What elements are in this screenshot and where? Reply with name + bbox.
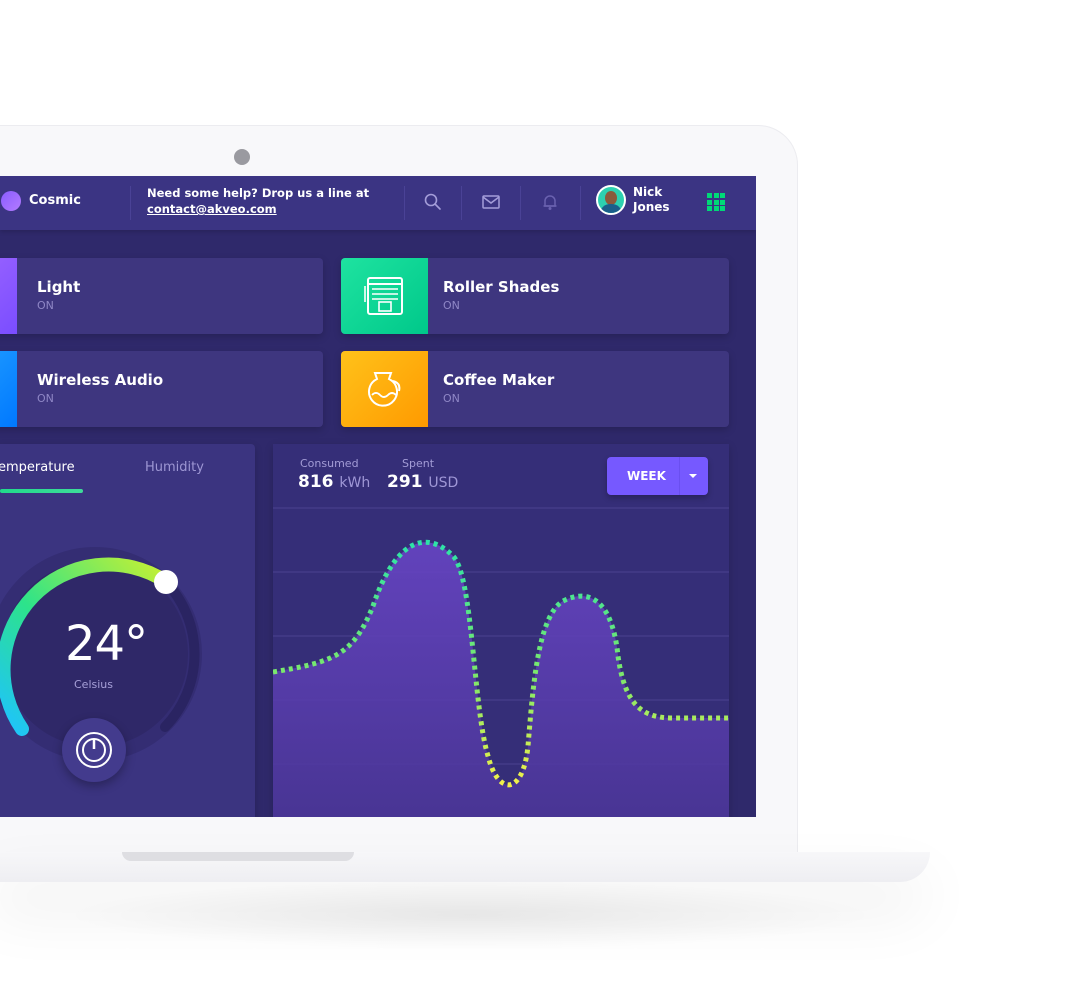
apps-grid-icon[interactable] (707, 193, 725, 211)
audio-icon (0, 351, 17, 427)
laptop-notch (122, 852, 354, 861)
device-status: ON (443, 299, 460, 312)
device-card-coffee-maker[interactable]: Coffee Maker ON (341, 351, 729, 427)
search-icon[interactable] (423, 192, 443, 212)
bell-icon[interactable] (540, 192, 560, 212)
device-status: ON (443, 392, 460, 405)
user-first-name: Nick (633, 185, 663, 199)
consumed-label: Consumed (300, 457, 359, 470)
power-icon (76, 732, 112, 768)
device-status: ON (37, 392, 54, 405)
help-email-link[interactable]: contact@akveo.com (147, 201, 369, 217)
header-divider (404, 186, 405, 220)
header-divider (520, 186, 521, 220)
user-name[interactable]: Nick Jones (633, 185, 670, 215)
spent-number: 291 (387, 472, 423, 492)
brand-name[interactable]: Cosmic (29, 193, 81, 208)
temperature-unit: Celsius (74, 678, 113, 691)
header-divider (461, 186, 462, 220)
device-card-wireless-audio[interactable]: Wireless Audio ON (0, 351, 323, 427)
light-icon (0, 258, 17, 334)
power-button[interactable] (62, 718, 126, 782)
laptop-shadow (60, 880, 880, 950)
consumption-chart (273, 507, 729, 817)
help-line: Need some help? Drop us a line at (147, 186, 370, 200)
spent-unit: USD (428, 475, 459, 491)
header: Cosmic Need some help? Drop us a line at… (0, 176, 756, 230)
help-text: Need some help? Drop us a line at contac… (147, 185, 369, 217)
spent-label: Spent (402, 457, 435, 470)
device-title: Coffee Maker (443, 371, 555, 389)
device-title: Roller Shades (443, 278, 560, 296)
header-divider (130, 186, 131, 220)
roller-shades-icon (341, 258, 428, 334)
consumed-number: 816 (298, 472, 334, 492)
device-card-roller-shades[interactable]: Roller Shades ON (341, 258, 729, 334)
camera-icon (234, 149, 250, 165)
avatar[interactable] (596, 185, 626, 215)
dashboard-screen: Cosmic Need some help? Drop us a line at… (0, 176, 756, 817)
device-card-light[interactable]: Light ON (0, 258, 323, 334)
coffee-maker-icon (341, 351, 428, 427)
consumed-unit: kWh (339, 475, 371, 491)
spent-value: 291 USD (387, 472, 458, 492)
electricity-panel: Consumed 816 kWh Spent 291 USD WEEK (273, 444, 729, 817)
mail-icon[interactable] (481, 192, 501, 212)
logo-icon[interactable] (1, 191, 21, 211)
device-title: Light (37, 278, 81, 296)
temperature-value: 24° (65, 616, 148, 672)
header-divider (580, 186, 581, 220)
device-title: Wireless Audio (37, 371, 164, 389)
period-dropdown[interactable]: WEEK (607, 457, 708, 495)
consumed-value: 816 kWh (298, 472, 370, 492)
chevron-down-icon (689, 474, 697, 478)
temperature-panel: emperature Humidity 24° Celsius (0, 444, 255, 817)
device-status: ON (37, 299, 54, 312)
user-last-name: Jones (633, 200, 670, 214)
period-label: WEEK (627, 469, 666, 483)
